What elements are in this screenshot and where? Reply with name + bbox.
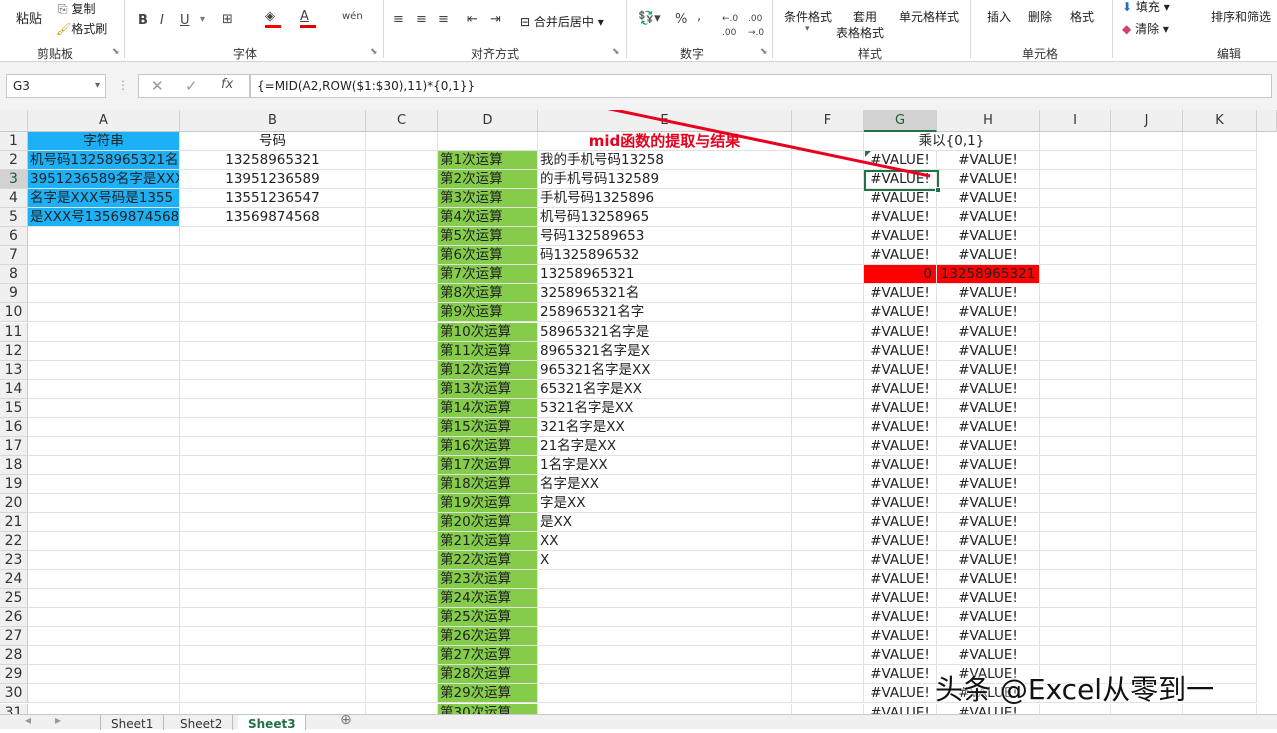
sheet-tab-3[interactable]: Sheet3 [238, 715, 306, 731]
brush-icon: 🖌 [56, 22, 72, 36]
divider [772, 0, 773, 58]
scroll-left-icon[interactable]: ◂ [25, 713, 31, 727]
divider [970, 0, 971, 58]
copy-icon: ⎘ [58, 2, 68, 16]
fill-label: 填充 [1135, 0, 1160, 14]
underline-button[interactable]: U [180, 14, 190, 28]
editing-group-label: 编辑 [1216, 47, 1241, 61]
format-painter-label: 格式刷 [71, 22, 108, 36]
merge-label: 合并后居中 [533, 15, 594, 29]
eraser-icon: ◆ [1122, 22, 1132, 36]
font-group-label: 字体 [232, 47, 257, 61]
cell-styles-button[interactable]: 单元格样式 [899, 8, 959, 25]
increase-indent-icon[interactable]: ⇥ [490, 13, 501, 27]
launcher-icon[interactable]: ⬊ [612, 47, 620, 57]
formula-input[interactable]: {=MID(A2,ROW($1:$30),11)*{0,1}} [250, 74, 1272, 98]
sheet-tab-2[interactable]: Sheet2 [170, 715, 234, 731]
copy-label: 复制 [71, 2, 96, 16]
bold-button[interactable]: B [138, 14, 148, 28]
italic-button[interactable]: I [160, 14, 164, 28]
formula-buttons: ✕ ✓ fx [138, 74, 250, 98]
cancel-icon[interactable]: ✕ [151, 77, 164, 95]
divider [383, 0, 384, 58]
launcher-icon[interactable]: ⬊ [370, 47, 378, 57]
phonetic-icon[interactable]: wén [342, 10, 363, 24]
divider [124, 0, 125, 58]
decrease-decimal-icon[interactable]: .00 →.0 [748, 12, 764, 40]
format-painter-button[interactable]: 🖌格式刷 [56, 20, 107, 37]
watermark: 头条 @Excel从零到一 [935, 673, 1215, 706]
styles-group-label: 样式 [857, 47, 882, 61]
launcher-icon[interactable]: ⬊ [112, 47, 120, 57]
alignment-group-label: 对齐方式 [470, 47, 519, 61]
align-right-icon[interactable]: ≡ [438, 13, 449, 27]
cells-group-label: 单元格 [1021, 47, 1058, 61]
number-group-label: 数字 [679, 47, 704, 61]
launcher-icon[interactable]: ⬊ [760, 47, 768, 57]
copy-button[interactable]: ⎘ 复制 [58, 0, 95, 17]
name-box-value: G3 [13, 79, 30, 93]
align-left-icon[interactable]: ≡ [393, 13, 404, 27]
divider [1112, 0, 1113, 58]
sort-filter-button[interactable]: 排序和筛选 [1211, 8, 1271, 25]
comma-icon[interactable]: , [697, 10, 701, 24]
font-color-icon[interactable]: A [300, 10, 316, 28]
more-icon[interactable]: ⋮ [117, 78, 129, 92]
clipboard-group-label: 剪贴板 [36, 47, 73, 61]
format-button[interactable]: 格式 [1070, 8, 1094, 25]
annotation-arrow [607, 110, 931, 178]
add-sheet-icon[interactable]: ⊕ [340, 712, 352, 728]
fill-down-icon: ⬇ [1122, 0, 1133, 14]
spreadsheet-grid: ABCDEFGHIJK 1234567891011121314151617181… [0, 110, 1277, 714]
increase-decimal-icon[interactable]: ←.0.00 [722, 12, 738, 40]
merge-icon: ⊟ [520, 15, 531, 29]
table-format-label-1[interactable]: 套用 [853, 8, 877, 25]
border-icon[interactable]: ⊞ [222, 13, 233, 27]
divider [626, 0, 627, 58]
chevron-down-icon[interactable]: ▾ [95, 75, 100, 97]
align-center-icon[interactable]: ≡ [416, 13, 427, 27]
fill-button[interactable]: ⬇ 填充 ▾ [1122, 0, 1170, 15]
clear-button[interactable]: ◆ 清除 ▾ [1122, 20, 1169, 37]
sheet-tab-bar: ◂ ▸ Sheet1 Sheet2 Sheet3 ⊕ [0, 712, 1277, 731]
clear-label: 清除 [1135, 22, 1160, 36]
chevron-down-icon[interactable]: ▾ [200, 13, 205, 27]
delete-button[interactable]: 删除 [1028, 8, 1052, 25]
conditional-format-button[interactable]: 条件格式 [784, 8, 832, 25]
formula-bar: G3 ▾ ⋮ ✕ ✓ fx {=MID(A2,ROW($1:$30),11)*{0… [0, 62, 1277, 110]
insert-function-button[interactable]: fx [221, 77, 233, 92]
fill-color-icon[interactable]: ◈ [265, 10, 281, 28]
paste-button[interactable]: 粘贴 [16, 8, 42, 27]
chevron-down-icon[interactable]: ▾ [805, 24, 810, 34]
enter-icon[interactable]: ✓ [185, 77, 198, 95]
ribbon: 粘贴 ⎘ 复制 🖌格式刷 剪贴板 ⬊ B I U ▾ ⊞ ◈ A wén 字体 … [0, 0, 1277, 62]
sheet-tab-1[interactable]: Sheet1 [100, 715, 165, 731]
insert-button[interactable]: 插入 [987, 8, 1011, 25]
table-format-label-2[interactable]: 表格格式 [836, 24, 884, 41]
name-box[interactable]: G3 ▾ [6, 74, 106, 98]
merge-center-button[interactable]: ⊟ 合并后居中 ▾ [520, 13, 604, 30]
scroll-right-icon[interactable]: ▸ [55, 713, 61, 727]
percent-button[interactable]: % [675, 13, 687, 27]
currency-icon[interactable]: 💱▾ [638, 12, 661, 26]
decrease-indent-icon[interactable]: ⇤ [467, 13, 478, 27]
